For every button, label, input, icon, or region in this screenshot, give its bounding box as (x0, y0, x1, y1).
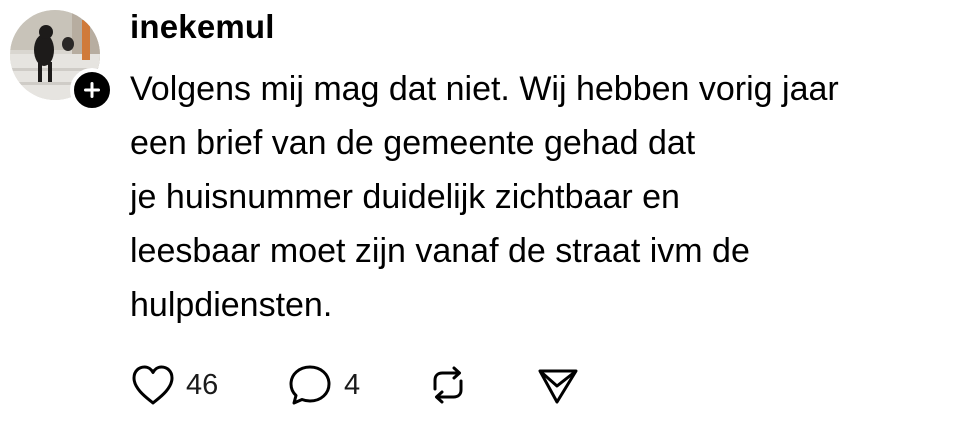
like-button[interactable]: 46 (130, 362, 218, 408)
avatar-container (10, 10, 114, 112)
post-text-line: een brief van de gemeente gehad dat (130, 124, 696, 162)
repost-icon (433, 366, 463, 404)
reply-button[interactable]: 4 (288, 362, 360, 408)
post-text: Volgens mij mag dat niet. Wij hebben vor… (130, 62, 950, 332)
repost-button[interactable] (425, 362, 471, 408)
post-text-line: leesbaar moet zijn vanaf de straat ivm d… (130, 232, 750, 270)
reply-count: 4 (344, 368, 361, 401)
post-text-line: hulpdiensten. (130, 286, 333, 324)
heart-icon (132, 365, 174, 405)
follow-button[interactable] (70, 68, 114, 112)
post-text-line: je huisnummer duidelijk zichtbaar en (130, 178, 680, 216)
plus-icon (84, 82, 100, 98)
post-text-line: Volgens mij mag dat niet. Wij hebben vor… (130, 70, 839, 108)
send-icon (538, 369, 578, 404)
username[interactable]: inekemul (130, 8, 275, 46)
share-button[interactable] (535, 362, 581, 408)
like-count: 46 (186, 368, 219, 401)
speech-bubble-icon (289, 365, 331, 405)
thread-reply: inekemul Volgens mij mag dat niet. Wij h… (0, 0, 954, 424)
